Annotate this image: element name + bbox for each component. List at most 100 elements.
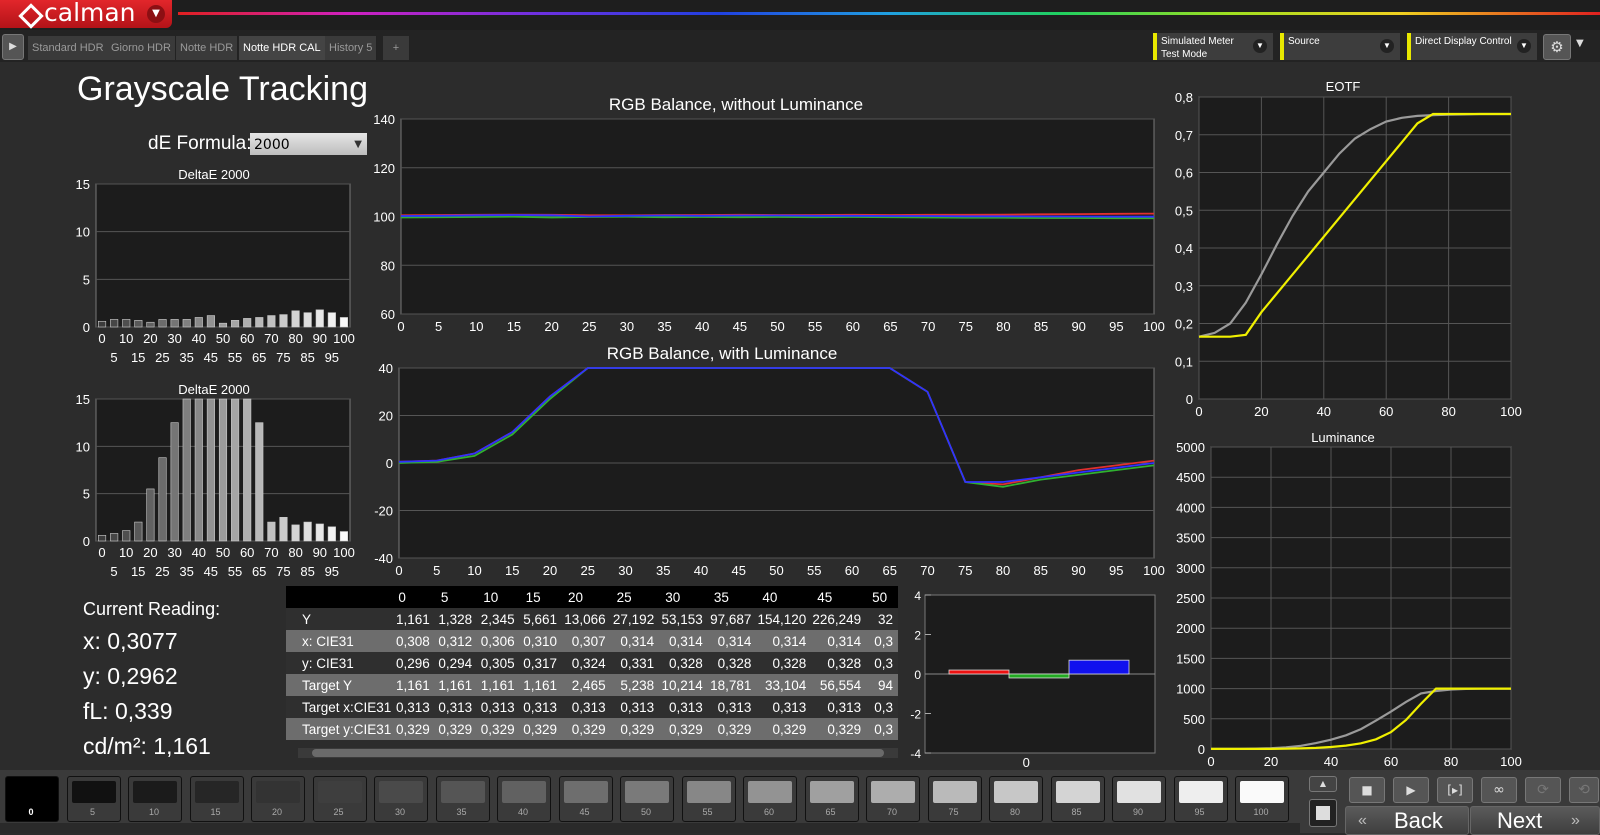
table-row-label: x: CIE31 <box>286 630 393 652</box>
y-tick-label: 100 <box>373 210 395 225</box>
x-tick-label: 75 <box>959 319 973 334</box>
next-icon: » <box>1571 812 1580 829</box>
refresh-icon[interactable]: ⟲ <box>1569 777 1599 803</box>
bar <box>97 535 107 542</box>
x-tick-label: 25 <box>582 319 596 334</box>
x-tick-label: 60 <box>846 319 860 334</box>
bar <box>327 312 336 328</box>
bar <box>158 457 167 542</box>
x-tick-label: 35 <box>656 563 670 578</box>
table-cell: 226,249 <box>811 608 867 630</box>
table-cell: 0,3 <box>866 630 898 652</box>
chart-title: EOTF <box>1326 79 1361 94</box>
y-tick-label: 2000 <box>1176 621 1205 636</box>
loop-icon[interactable]: ∞ <box>1481 777 1517 803</box>
table-cell: 2,465 <box>561 674 611 696</box>
table-cell: 1,161 <box>392 674 435 696</box>
play-icon[interactable]: ▶ <box>1393 777 1429 803</box>
back-icon: « <box>1358 812 1367 829</box>
bar <box>194 398 203 542</box>
patch-color <box>1240 781 1284 803</box>
table-cell: 0,329 <box>811 718 867 740</box>
x-tick-label: 10 <box>119 331 133 346</box>
x-tick-label: 80 <box>1444 754 1458 769</box>
x-tick-label: 90 <box>1071 563 1085 578</box>
x-tick-label: 100 <box>333 331 355 346</box>
table-row-label: Target x:CIE31 <box>286 696 393 718</box>
next-label: Next <box>1497 808 1543 833</box>
patch-color <box>133 781 177 803</box>
table-cell: 5,238 <box>610 674 660 696</box>
patch-color <box>71 781 116 803</box>
y-tick-label: 0,6 <box>1175 166 1193 181</box>
y-tick-label: 60 <box>381 307 395 322</box>
table-cell: 53,153 <box>659 608 708 630</box>
x-tick-label: 20 <box>1264 754 1278 769</box>
x-tick-label: 65 <box>252 564 266 579</box>
back-label: Back <box>1394 808 1443 833</box>
rgb-delta-bar-chart: -4 -2 0 2 4 0 <box>910 589 1156 770</box>
back-button[interactable]: « Back <box>1345 806 1469 835</box>
bar <box>110 319 119 328</box>
y-tick-label: 5 <box>83 272 90 287</box>
y-tick-label: -40 <box>374 551 393 566</box>
refresh-icon[interactable]: ⟳ <box>1525 777 1561 803</box>
x-tick-label: 85 <box>300 350 314 365</box>
x-tick-label: 35 <box>179 350 193 365</box>
table-cell: 0,328 <box>707 652 757 674</box>
table-row: Target x:CIE31 0,313 0,313 0,313 0,313 0,313 0… <box>286 696 898 718</box>
x-tick-label: 80 <box>996 319 1010 334</box>
table-cell: 0,307 <box>561 630 611 652</box>
table-header-row: 0 5 10 15 20 25 30 35 40 45 50 <box>286 586 898 608</box>
x-tick-label: 100 <box>1143 563 1165 578</box>
bar <box>267 521 276 542</box>
y-tick-label: 4 <box>914 589 921 603</box>
deltae-top-chart: DeltaE 20000510150 10 20 30 40 50 60 70 80 90 1005… <box>76 167 355 365</box>
measurement-table: 0 5 10 15 20 25 30 35 40 45 50 Y 1,161 1,328 2,345 5,66… <box>286 586 898 762</box>
patch-color <box>871 781 915 803</box>
x-tick-label: 100 <box>1500 404 1522 419</box>
stop-icon[interactable]: ■ <box>1349 777 1385 803</box>
y-tick-label: 120 <box>373 161 395 176</box>
x-tick-label: 40 <box>1317 404 1331 419</box>
x-tick-label: 40 <box>1324 754 1338 769</box>
table-header-cell: 30 <box>659 586 708 608</box>
table-cell: 0,3 <box>866 652 898 674</box>
bar <box>122 530 131 542</box>
y-tick-label: 3500 <box>1176 531 1205 546</box>
x-tick-label: 100 <box>1143 319 1165 334</box>
next-button[interactable]: Next » <box>1470 806 1600 835</box>
table-cell: 0,313 <box>707 696 757 718</box>
y-tick-label: 140 <box>373 112 395 127</box>
bar <box>110 533 119 542</box>
x-tick-label: 90 <box>313 545 327 560</box>
scrollbar-thumb[interactable] <box>312 749 884 757</box>
bar <box>339 317 349 328</box>
table-cell: 0,314 <box>756 630 812 652</box>
x-tick-label: 15 <box>505 563 519 578</box>
table-cell: 0,328 <box>756 652 812 674</box>
x-tick-label: 10 <box>119 545 133 560</box>
patch-scrollbar[interactable] <box>0 823 1300 833</box>
table-cell: 18,781 <box>707 674 757 696</box>
y-tick-label: 15 <box>76 177 90 192</box>
y-tick-label: 0,8 <box>1175 90 1193 105</box>
bar <box>1008 673 1070 679</box>
x-tick-label: 20 <box>143 545 157 560</box>
table-scrollbar[interactable] <box>298 748 898 758</box>
y-tick-label: -4 <box>910 747 921 761</box>
bar <box>303 521 312 542</box>
record-icon[interactable] <box>1309 799 1337 827</box>
y-tick-label: 0 <box>1198 742 1205 757</box>
collapse-icon[interactable]: ▲ <box>1309 776 1337 792</box>
patch-label: 95 <box>1194 807 1205 817</box>
table-row-label: Y <box>286 608 393 630</box>
patch-label: 65 <box>825 807 836 817</box>
patch-label: 5 <box>89 807 95 817</box>
table-header-cell: 45 <box>811 586 867 608</box>
table-cell: 154,120 <box>756 608 812 630</box>
patch-color <box>440 781 485 803</box>
table-cell: 94 <box>866 674 898 696</box>
x-tick-label: 0 <box>1023 755 1030 770</box>
bracket-icon[interactable]: [▸] <box>1437 777 1473 803</box>
